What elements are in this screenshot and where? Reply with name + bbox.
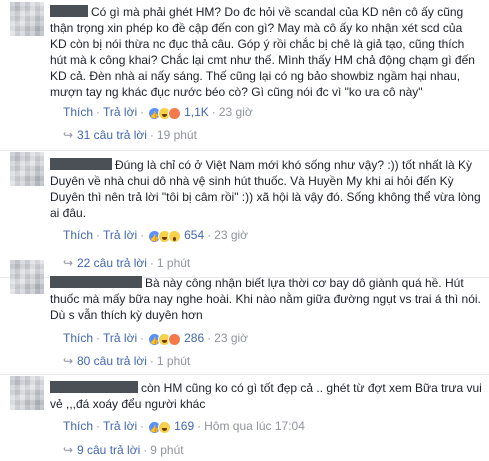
commenter-name[interactable]: [50, 276, 142, 288]
divider: [0, 150, 489, 151]
comment-time[interactable]: 23 giờ: [219, 105, 253, 119]
replies-time: 19 phút: [156, 128, 197, 142]
like-button[interactable]: Thích: [63, 105, 93, 119]
angry-icon: [168, 333, 182, 346]
reaction-icons[interactable]: [148, 421, 172, 438]
replies-count[interactable]: 31 câu trả lời: [77, 128, 147, 142]
view-replies-link[interactable]: ↪ 9 câu trả lời · 9 phút: [63, 442, 184, 458]
replies-time: 9 phút: [150, 443, 184, 457]
comment-time[interactable]: 23 giờ: [214, 331, 248, 345]
comment-text: Đúng là chỉ có ở Việt Nam mới khó sống n…: [50, 158, 481, 220]
avatar[interactable]: [10, 152, 44, 186]
replies-count[interactable]: 80 câu trả lời: [77, 354, 147, 368]
haha-icon: [158, 421, 172, 434]
comment-actions: Thích·Trả lời·654·23 giờ: [63, 227, 248, 247]
reply-arrow-icon: ↪: [63, 354, 74, 368]
avatar[interactable]: [10, 376, 44, 410]
replies-time: 1 phút: [156, 354, 191, 368]
reply-arrow-icon: ↪: [63, 256, 74, 270]
comment-time[interactable]: 23 giờ: [214, 228, 248, 242]
reaction-count[interactable]: 654: [184, 228, 204, 242]
reaction-count[interactable]: 169: [174, 419, 194, 433]
avatar[interactable]: [10, 2, 44, 36]
avatar[interactable]: [10, 260, 44, 294]
reaction-icons[interactable]: [148, 333, 182, 350]
reply-button[interactable]: Trả lời: [103, 228, 137, 242]
commenter-name[interactable]: [50, 158, 112, 170]
reply-button[interactable]: Trả lời: [103, 331, 137, 345]
reaction-count[interactable]: 1,1K: [184, 105, 209, 119]
replies-count[interactable]: 22 câu trả lời: [77, 256, 147, 270]
like-button[interactable]: Thích: [63, 419, 93, 433]
reaction-icons[interactable]: [148, 230, 182, 247]
reaction-icons[interactable]: [148, 107, 182, 124]
angry-icon: [168, 107, 182, 120]
replies-time: 1 phút: [156, 256, 191, 270]
like-button[interactable]: Thích: [63, 331, 93, 345]
commenter-name[interactable]: [50, 381, 138, 393]
view-replies-link[interactable]: ↪ 80 câu trả lời · 1 phút: [63, 353, 190, 369]
reply-arrow-icon: ↪: [63, 443, 74, 457]
like-button[interactable]: Thích: [63, 228, 93, 242]
comment-actions: Thích·Trả lời·286·23 giờ: [63, 330, 248, 350]
wow-icon: [168, 230, 182, 243]
reply-button[interactable]: Trả lời: [103, 419, 137, 433]
comment-actions: Thích·Trả lời·169·Hôm qua lúc 17:04: [63, 418, 305, 438]
commenter-name[interactable]: [50, 5, 88, 17]
reply-button[interactable]: Trả lời: [103, 105, 137, 119]
divider: [0, 374, 489, 375]
comment-actions: Thích·Trả lời·1,1K·23 giờ: [63, 104, 253, 124]
view-replies-link[interactable]: ↪ 31 câu trả lời · 19 phút: [63, 127, 197, 143]
reaction-count[interactable]: 286: [184, 331, 204, 345]
comment-time[interactable]: Hôm qua lúc 17:04: [204, 419, 305, 433]
comment-text: Có gì mà phải ghét HM? Do đc hỏi về scan…: [50, 5, 475, 99]
reply-arrow-icon: ↪: [63, 128, 74, 142]
replies-count[interactable]: 9 câu trả lời: [77, 443, 140, 457]
view-replies-link[interactable]: ↪ 22 câu trả lời · 1 phút: [63, 255, 190, 271]
